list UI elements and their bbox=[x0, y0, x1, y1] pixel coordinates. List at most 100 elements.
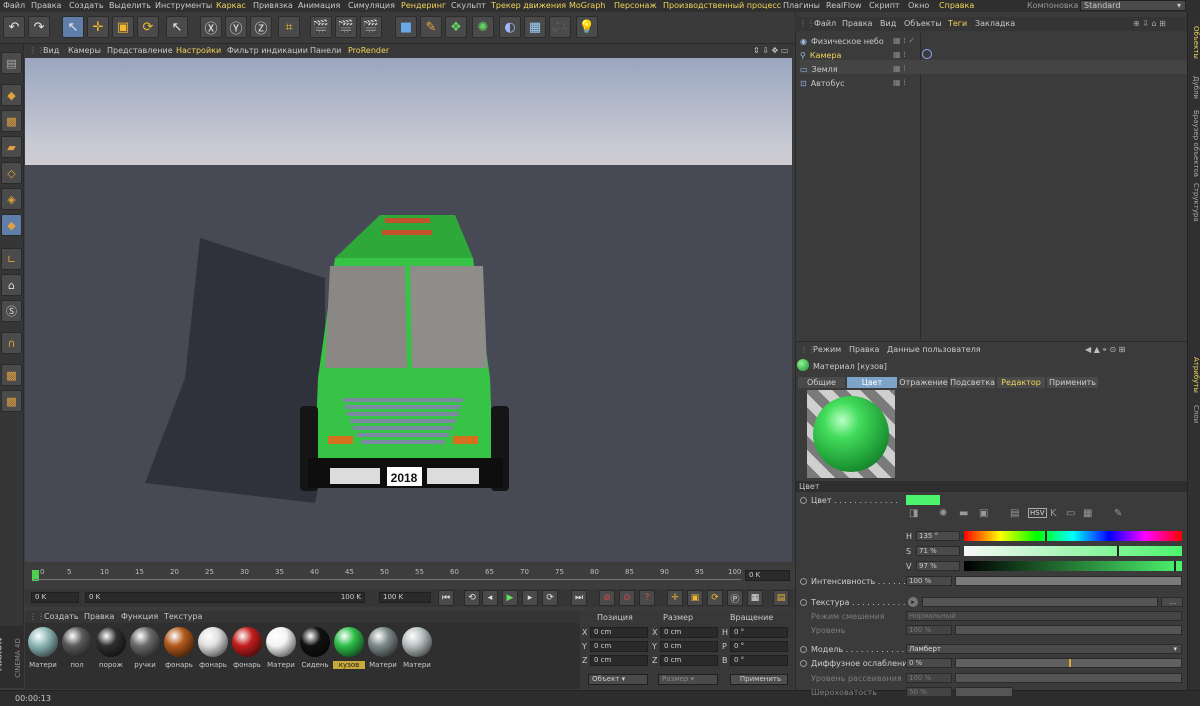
workplane-lock-button[interactable]: ▩ bbox=[1, 364, 22, 386]
visibility-toggle[interactable]: ▦ ⁞ ✓ bbox=[893, 36, 915, 45]
next-key-button[interactable]: ⟳ bbox=[542, 590, 558, 606]
diffuse-falloff-slider[interactable] bbox=[955, 658, 1182, 668]
prev-key-button[interactable]: ⟲ bbox=[464, 590, 480, 606]
material-swatch[interactable]: фонарь bbox=[163, 627, 195, 669]
color-wheel-icon[interactable]: ✺ bbox=[939, 508, 947, 519]
deformer-button[interactable]: ◐ bbox=[499, 16, 521, 38]
position-field[interactable]: 0 cm bbox=[590, 655, 648, 666]
model-mode-button[interactable]: ◆ bbox=[1, 84, 22, 106]
mix-strength-slider[interactable] bbox=[955, 625, 1182, 635]
key-pla-button[interactable]: ▦ bbox=[747, 590, 763, 606]
obj-menu-edit[interactable]: Правка bbox=[842, 19, 872, 28]
start-frame-field[interactable]: 0 K bbox=[31, 592, 79, 603]
menu-pipeline[interactable]: Производственный процесс bbox=[663, 1, 781, 10]
key-rotation-button[interactable]: ⟳ bbox=[707, 590, 723, 606]
tab-reflectance[interactable]: Отражение bbox=[899, 377, 948, 388]
visibility-toggle[interactable]: ▦ ⁞ bbox=[893, 64, 906, 73]
rotation-field[interactable]: 0 ° bbox=[730, 655, 788, 666]
attr-nav-icons[interactable]: ◀ ▲ ⌖ ⊙ ⊞ bbox=[1085, 345, 1125, 355]
menu-file[interactable]: Файл bbox=[3, 1, 25, 10]
material-swatch[interactable]: кузов bbox=[333, 627, 365, 669]
tab-objects[interactable]: Объекты bbox=[1189, 20, 1200, 65]
size-mode-dropdown[interactable]: Размер ▾ bbox=[658, 674, 718, 685]
menu-tools[interactable]: Инструменты bbox=[155, 1, 212, 10]
animate-dot[interactable] bbox=[800, 660, 807, 667]
animate-dot[interactable] bbox=[800, 578, 807, 585]
tab-structure[interactable]: Структура bbox=[1189, 182, 1200, 222]
tab-takes[interactable]: Дубли bbox=[1189, 72, 1200, 102]
menu-mograph[interactable]: MoGraph bbox=[569, 1, 605, 10]
animate-dot[interactable] bbox=[800, 599, 807, 606]
go-to-end-button[interactable]: ⏭ bbox=[571, 590, 587, 606]
material-swatch[interactable]: Матери bbox=[265, 627, 297, 669]
viewport-menu-filter[interactable]: Фильтр индикации bbox=[227, 46, 308, 55]
timeline-window-button[interactable]: ▤ bbox=[773, 590, 789, 606]
material-swatch[interactable]: порож bbox=[95, 627, 127, 669]
viewport-nav-icons[interactable]: ⇕ ⇩ ✥ ▭ bbox=[753, 46, 788, 55]
select-tool-button[interactable]: ↖ bbox=[62, 16, 84, 38]
render-picture-viewer-button[interactable]: 🎬 bbox=[335, 16, 357, 38]
tab-attributes[interactable]: Атрибуты bbox=[1189, 352, 1200, 397]
make-editable-button[interactable]: ▤ bbox=[1, 52, 22, 74]
s-value-field[interactable]: 71 % bbox=[916, 546, 960, 556]
texture-mode-button[interactable]: ▩ bbox=[1, 110, 22, 132]
current-frame-field[interactable]: 0 K bbox=[745, 570, 790, 581]
visibility-toggle[interactable]: ▦ ⁞ bbox=[893, 50, 906, 59]
play-button[interactable]: ▶ bbox=[502, 590, 518, 606]
menu-animate[interactable]: Анимация bbox=[298, 1, 340, 10]
end-frame-field[interactable]: 100 K bbox=[379, 592, 431, 603]
viewport-menu-prorender[interactable]: ProRender bbox=[348, 46, 389, 55]
polygons-mode-button[interactable]: ◆ bbox=[1, 214, 22, 236]
coordinate-system-button[interactable]: ⌗ bbox=[278, 16, 300, 38]
points-mode-button[interactable]: ◇ bbox=[1, 162, 22, 184]
tab-assign[interactable]: Применить bbox=[1047, 377, 1098, 388]
material-swatch[interactable]: ручки bbox=[129, 627, 161, 669]
x-axis-button[interactable]: Ⓧ bbox=[200, 16, 222, 38]
move-tool-button[interactable]: ✛ bbox=[87, 16, 109, 38]
hue-slider[interactable] bbox=[964, 531, 1182, 541]
undo-button[interactable]: ↶ bbox=[3, 16, 25, 38]
scale-tool-button[interactable]: ▣ bbox=[112, 16, 134, 38]
preview-range-slider[interactable]: 0 K 100 K bbox=[85, 592, 365, 603]
blend-mode-dropdown[interactable]: Нормальный bbox=[906, 611, 1182, 621]
viewport-menu-cameras[interactable]: Камеры bbox=[68, 46, 101, 55]
eyedropper-icon[interactable]: ✎ bbox=[1114, 508, 1122, 519]
material-swatch[interactable]: пол bbox=[61, 627, 93, 669]
key-position-button[interactable]: ✛ bbox=[667, 590, 683, 606]
keyframe-selection-button[interactable]: ? bbox=[639, 590, 655, 606]
mat-menu-create[interactable]: Создать bbox=[44, 612, 79, 621]
viewport-menu-display[interactable]: Представление bbox=[107, 46, 173, 55]
tab-layers[interactable]: Слои bbox=[1189, 402, 1200, 427]
menu-simulate[interactable]: Симуляция bbox=[348, 1, 395, 10]
tab-content-browser[interactable]: Браузер объектов bbox=[1189, 108, 1200, 178]
h-value-field[interactable]: 135 ° bbox=[916, 531, 960, 541]
hsv-mode-icon[interactable]: HSV bbox=[1028, 508, 1047, 518]
record-button[interactable]: ⊘ bbox=[599, 590, 615, 606]
menu-realflow[interactable]: RealFlow bbox=[826, 1, 862, 10]
rotation-field[interactable]: 0 ° bbox=[730, 641, 788, 652]
mograph-cloner-button[interactable]: ✺ bbox=[472, 16, 494, 38]
color-spectrum-icon[interactable]: ▬ bbox=[959, 508, 968, 519]
v-value-field[interactable]: 97 % bbox=[916, 561, 960, 571]
mixer-mode-icon[interactable]: ▭ bbox=[1066, 508, 1075, 519]
viewport-menu-options[interactable]: Настройки bbox=[176, 46, 221, 55]
menu-motion-tracker[interactable]: Трекер движения bbox=[491, 1, 566, 10]
size-field[interactable]: 0 cm bbox=[660, 655, 718, 666]
magnet-button[interactable]: ∩ bbox=[1, 332, 22, 354]
menu-sculpt[interactable]: Скульпт bbox=[451, 1, 486, 10]
kelvin-mode-icon[interactable]: K bbox=[1050, 508, 1057, 519]
value-slider-handle[interactable] bbox=[1174, 561, 1176, 571]
tab-luminance[interactable]: Подсветка bbox=[950, 377, 995, 388]
obj-menu-bookmarks[interactable]: Закладка bbox=[975, 19, 1015, 28]
apply-button[interactable]: Применить bbox=[730, 674, 788, 685]
go-to-start-button[interactable]: ⏮ bbox=[438, 590, 454, 606]
material-swatch[interactable]: Сидень bbox=[299, 627, 331, 669]
camera-button[interactable]: 🎥 bbox=[549, 16, 571, 38]
value-slider[interactable] bbox=[964, 561, 1182, 571]
timeline[interactable]: 0 5 10 15 20 25 30 35 40 45 50 55 60 65 … bbox=[25, 565, 795, 589]
model-dropdown[interactable]: Ламберт ▾ bbox=[906, 644, 1182, 654]
size-field[interactable]: 0 cm bbox=[660, 627, 718, 638]
menu-select[interactable]: Выделить bbox=[109, 1, 151, 10]
mat-menu-texture[interactable]: Текстура bbox=[164, 612, 202, 621]
obj-menu-tags[interactable]: Теги bbox=[948, 19, 967, 28]
